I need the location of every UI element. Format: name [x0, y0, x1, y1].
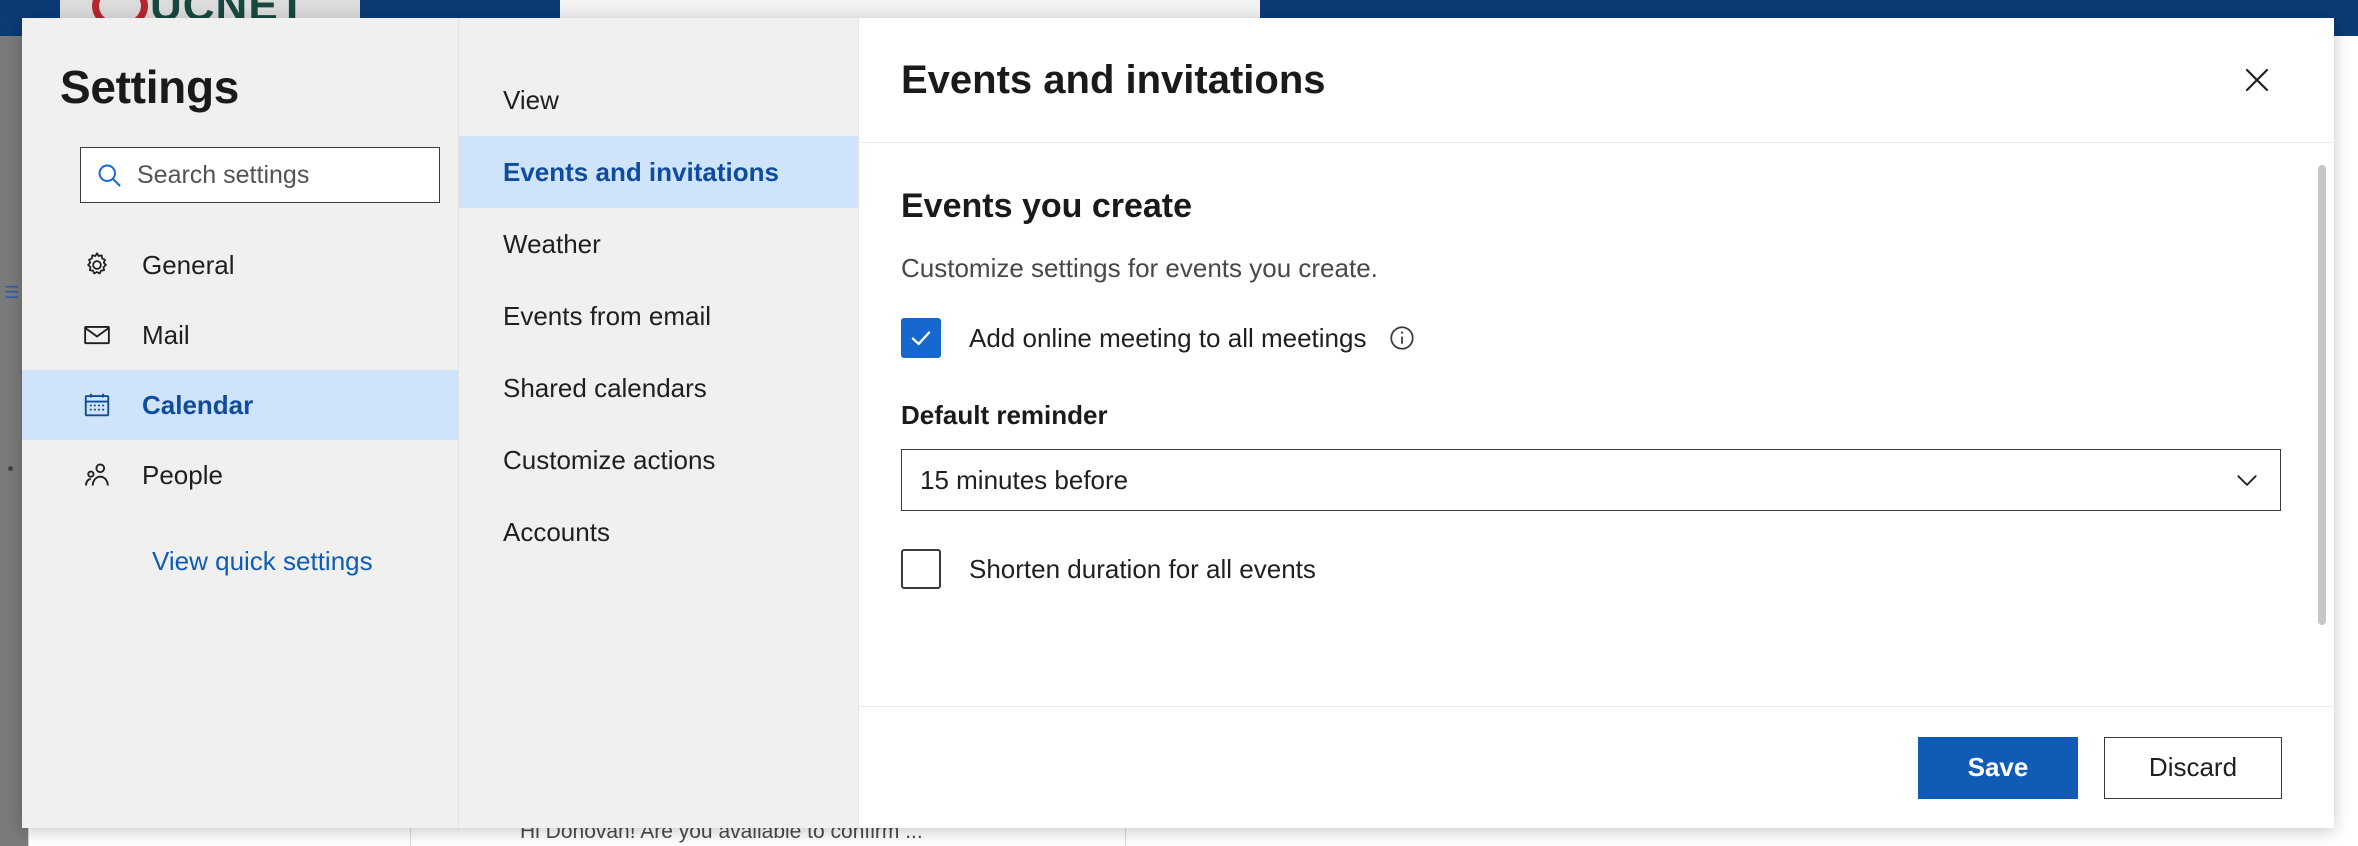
- search-icon: [95, 161, 123, 189]
- detail-scrollbar-thumb[interactable]: [2318, 165, 2326, 625]
- view-quick-settings-link[interactable]: View quick settings: [152, 546, 458, 577]
- page-title: Settings: [60, 60, 458, 114]
- sidebar-item-calendar[interactable]: Calendar: [22, 370, 458, 440]
- sidebar-item-mail[interactable]: Mail: [22, 300, 458, 370]
- detail-body: Events you create Customize settings for…: [859, 143, 2334, 706]
- search-input[interactable]: [137, 161, 425, 190]
- sidebar-nav-list: General Mail: [22, 230, 458, 510]
- detail-title: Events and invitations: [901, 58, 1326, 103]
- category-item-accounts[interactable]: Accounts: [459, 496, 858, 568]
- category-item-customize-actions[interactable]: Customize actions: [459, 424, 858, 496]
- checkmark-icon: [908, 325, 934, 351]
- info-icon[interactable]: [1388, 324, 1416, 352]
- settings-dialog: Settings General: [22, 18, 2334, 828]
- detail-header: Events and invitations: [859, 18, 2334, 143]
- shorten-duration-label: Shorten duration for all events: [969, 554, 1316, 585]
- detail-footer: Save Discard: [859, 706, 2334, 828]
- default-reminder-value: 15 minutes before: [920, 465, 1128, 496]
- close-button[interactable]: [2230, 53, 2284, 107]
- add-online-meeting-label: Add online meeting to all meetings: [969, 323, 1366, 354]
- category-item-events-from-email[interactable]: Events from email: [459, 280, 858, 352]
- chevron-down-icon: [2234, 467, 2260, 493]
- rail-menu-icon: ☰: [4, 286, 18, 300]
- shorten-duration-row: Shorten duration for all events: [901, 549, 2334, 589]
- sidebar-item-label: Mail: [142, 320, 190, 351]
- people-icon: [80, 458, 114, 492]
- save-button[interactable]: Save: [1918, 737, 2078, 799]
- search-box[interactable]: [80, 147, 440, 203]
- default-reminder-label: Default reminder: [901, 400, 2334, 431]
- gear-icon: [80, 248, 114, 282]
- detail-panel: Events and invitations Events you create…: [859, 18, 2334, 828]
- category-item-weather[interactable]: Weather: [459, 208, 858, 280]
- envelope-icon: [80, 318, 114, 352]
- close-icon: [2241, 64, 2273, 96]
- category-item-shared-calendars[interactable]: Shared calendars: [459, 352, 858, 424]
- default-reminder-dropdown[interactable]: 15 minutes before: [901, 449, 2281, 511]
- calendar-icon: [80, 388, 114, 422]
- sidebar-item-label: People: [142, 460, 223, 491]
- sidebar-item-general[interactable]: General: [22, 230, 458, 300]
- section-description: Customize settings for events you create…: [901, 253, 2334, 284]
- category-item-events-and-invitations[interactable]: Events and invitations: [459, 136, 858, 208]
- settings-sidebar: Settings General: [22, 18, 459, 828]
- add-online-meeting-checkbox[interactable]: [901, 318, 941, 358]
- sidebar-item-label: Calendar: [142, 390, 253, 421]
- shorten-duration-checkbox[interactable]: [901, 549, 941, 589]
- category-item-view[interactable]: View: [459, 64, 858, 136]
- rail-dot-icon: [8, 466, 13, 471]
- discard-button[interactable]: Discard: [2104, 737, 2282, 799]
- calendar-category-nav: View Events and invitations Weather Even…: [459, 18, 859, 828]
- sidebar-item-label: General: [142, 250, 235, 281]
- sidebar-item-people[interactable]: People: [22, 440, 458, 510]
- online-meeting-row: Add online meeting to all meetings: [901, 318, 2334, 358]
- section-title: Events you create: [901, 187, 2334, 226]
